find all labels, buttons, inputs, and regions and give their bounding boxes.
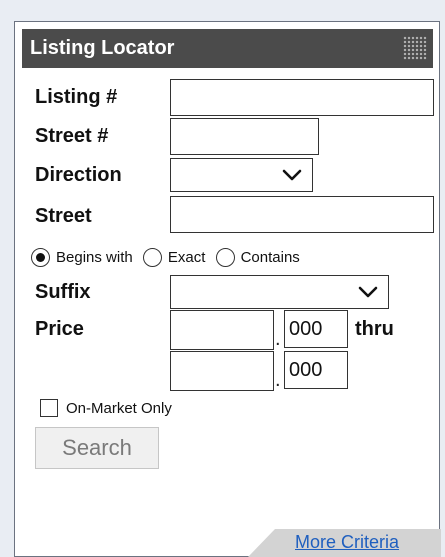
radio-begins-with[interactable]: Begins with: [31, 248, 133, 267]
radio-contains-label: Contains: [240, 249, 300, 266]
on-market-only-label: On-Market Only: [66, 400, 172, 417]
panel-title: Listing Locator: [30, 37, 175, 59]
radio-begins-with-label: Begins with: [56, 249, 133, 266]
on-market-only-checkbox[interactable]: [40, 399, 58, 417]
price-min-cents: 000: [284, 310, 348, 348]
grip-dots-icon[interactable]: [403, 36, 427, 60]
price-label: Price: [35, 318, 84, 340]
price-min-decimal-point: .: [275, 328, 281, 350]
suffix-label: Suffix: [35, 281, 91, 303]
street-input[interactable]: [170, 196, 434, 233]
more-criteria-link[interactable]: More Criteria: [295, 532, 399, 553]
thru-label: thru: [355, 318, 394, 340]
match-type-radio-group: Begins with Exact Contains: [31, 248, 306, 272]
chevron-down-icon: [358, 286, 378, 298]
suffix-select[interactable]: [170, 275, 389, 309]
listing-number-input[interactable]: [170, 79, 434, 116]
direction-label: Direction: [35, 164, 122, 186]
radio-contains[interactable]: Contains: [215, 248, 300, 267]
listing-locator-panel: Listing Locator Listing # Street # Direc…: [14, 21, 441, 557]
price-max-input[interactable]: [170, 351, 274, 391]
street-number-input[interactable]: [170, 118, 319, 155]
search-button[interactable]: Search: [35, 427, 159, 469]
listing-number-label: Listing #: [35, 86, 118, 108]
price-max-cents: 000: [284, 351, 348, 389]
panel-titlebar: Listing Locator: [22, 29, 433, 68]
radio-exact-button[interactable]: [142, 248, 162, 267]
chevron-down-icon: [282, 169, 302, 181]
direction-select[interactable]: [170, 158, 313, 192]
street-number-label: Street #: [35, 125, 109, 147]
street-label: Street: [35, 205, 92, 227]
radio-exact[interactable]: Exact: [142, 248, 206, 267]
radio-exact-label: Exact: [167, 249, 206, 266]
radio-begins-with-button[interactable]: [31, 248, 50, 267]
price-max-decimal-point: .: [275, 369, 281, 391]
price-min-input[interactable]: [170, 310, 274, 350]
radio-contains-button[interactable]: [215, 248, 235, 267]
